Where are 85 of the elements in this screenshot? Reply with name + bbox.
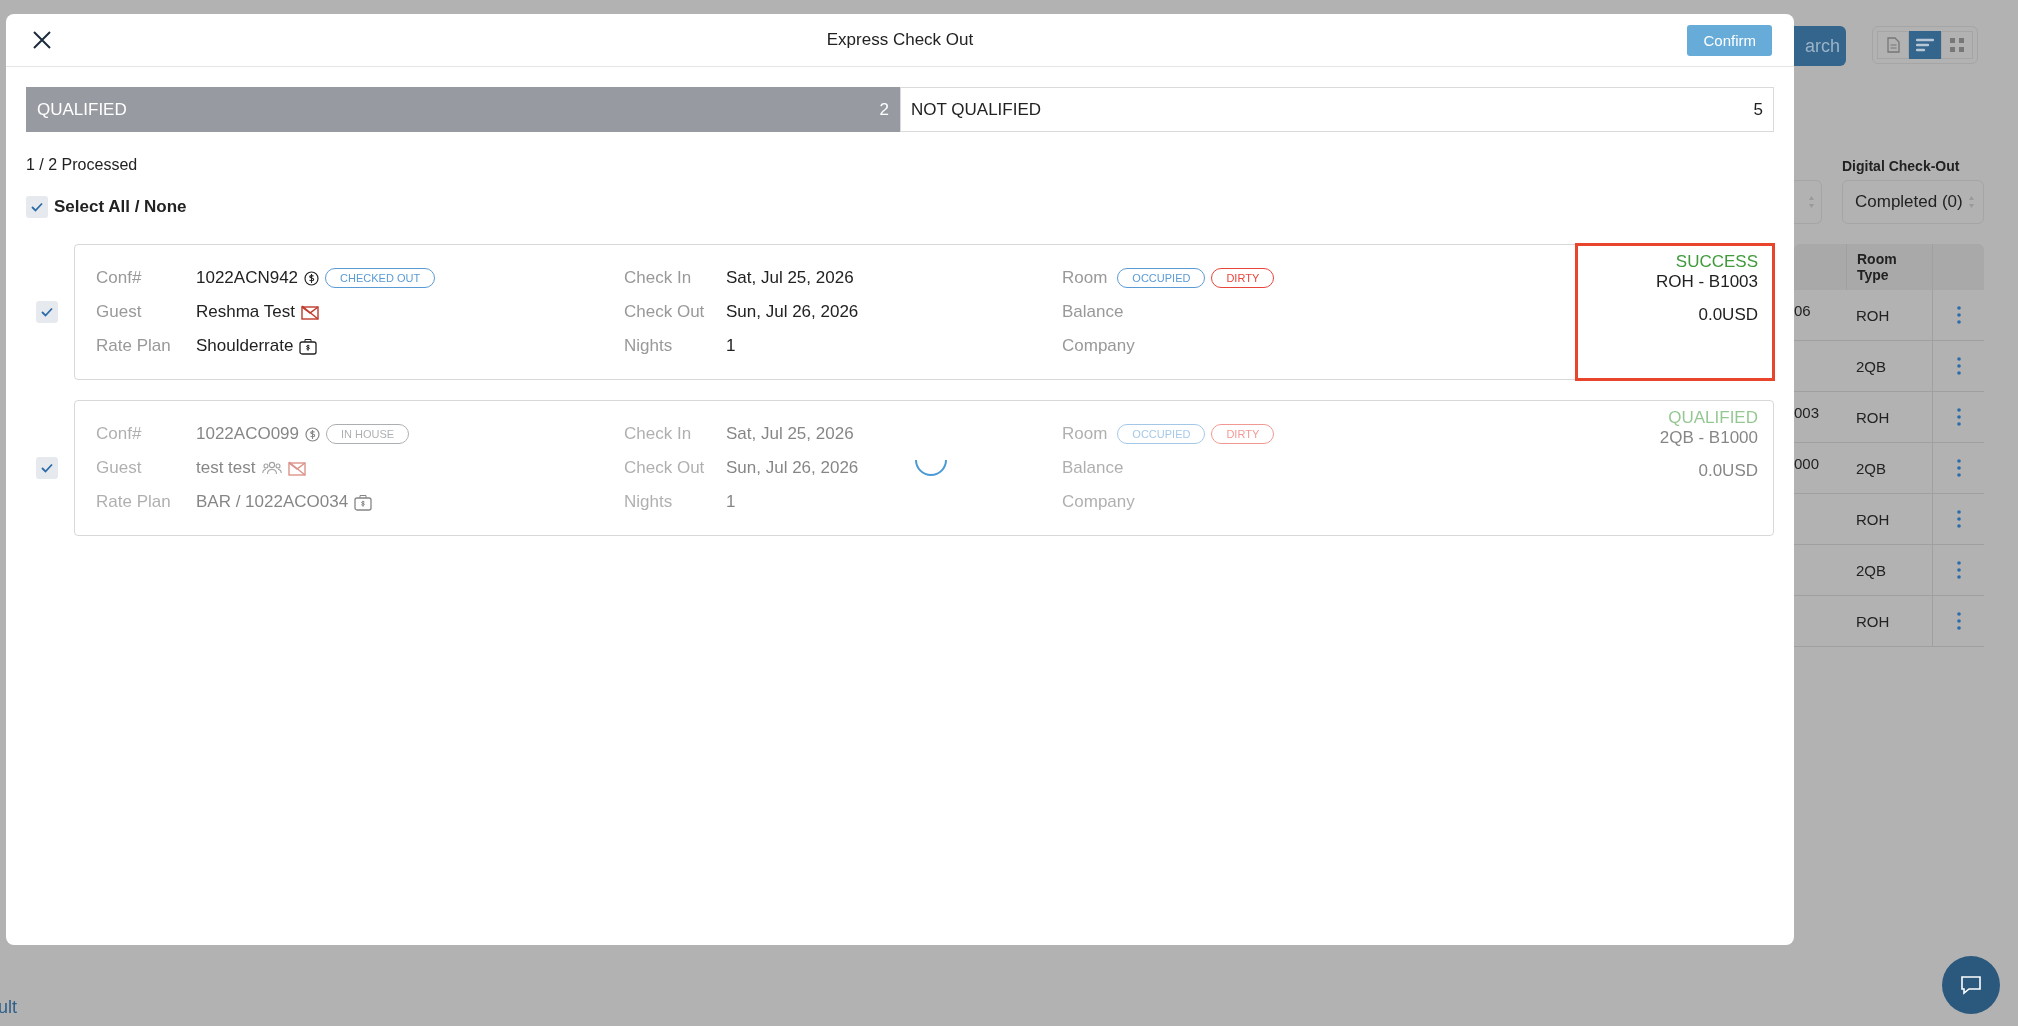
check-in-date: Sat, Jul 25, 2026 <box>726 268 855 288</box>
field-label: Check In <box>624 424 693 444</box>
table-cell-text: ROH <box>1855 612 1891 630</box>
view-toggle-option[interactable] <box>1877 31 1909 59</box>
table-cell-text: 003 <box>1794 403 1821 421</box>
table-cell-text: ROH <box>1855 306 1891 324</box>
filter-select[interactable]: Completed (0) <box>1842 180 1984 224</box>
room-number: 2QB - B1000 <box>1659 427 1758 449</box>
search-button[interactable]: arch <box>1794 26 1846 66</box>
check-out-date: Sun, Jul 26, 2026 <box>726 458 860 478</box>
rate-plan: Shoulderrate <box>196 336 294 356</box>
table-cell-text: ROH <box>1855 408 1891 426</box>
more-icon[interactable] <box>1956 459 1961 477</box>
checkbox[interactable] <box>36 301 58 323</box>
field-label: Balance <box>1062 302 1125 322</box>
table-cell-text: 000 <box>1794 454 1821 472</box>
more-icon[interactable] <box>1956 612 1961 630</box>
field-label: Nights <box>624 336 674 356</box>
more-icon[interactable] <box>1956 561 1961 579</box>
field-label: Rate Plan <box>96 492 172 512</box>
guest-name: test test <box>196 458 256 478</box>
confirmation-number: 1022ACN942 <box>196 268 299 288</box>
check-in-date: Sat, Jul 25, 2026 <box>726 424 855 444</box>
dollar-circle-icon <box>304 270 320 286</box>
more-icon[interactable] <box>1956 408 1961 426</box>
tab[interactable]: NOT QUALIFIED 5 <box>900 87 1774 132</box>
field-label: Room <box>1062 424 1108 444</box>
confirm-button[interactable]: Confirm <box>1687 24 1772 56</box>
view-toggle-option[interactable] <box>1909 31 1941 59</box>
filter-label: Digital Check-Out <box>1842 158 1961 174</box>
footer-link[interactable]: ult <box>0 997 60 1018</box>
lines-icon <box>1916 38 1934 52</box>
guest-name: Reshma Test <box>196 302 295 322</box>
tab[interactable]: QUALIFIED 2 <box>26 87 900 132</box>
column-header: Room Type <box>1846 244 1932 290</box>
field-label: Company <box>1062 336 1136 356</box>
field-label: Rate Plan <box>96 336 172 356</box>
more-icon[interactable] <box>1956 306 1961 324</box>
rate-plan: BAR / 1022ACO034 <box>196 492 349 512</box>
field-label: Balance <box>1062 458 1125 478</box>
table-cell-text: 06 <box>1794 301 1812 319</box>
balance-amount: 0.0USD <box>1698 461 1758 481</box>
table-cell-text: 2QB <box>1855 357 1887 375</box>
checkbox[interactable] <box>36 457 58 479</box>
checkmark-icon <box>41 463 53 473</box>
field-label: Guest <box>96 302 143 322</box>
field-label: Check Out <box>624 302 706 322</box>
more-icon[interactable] <box>1956 357 1961 375</box>
balance-amount: 0.0USD <box>1698 305 1758 325</box>
field-label: Conf# <box>96 268 143 288</box>
field-label: Conf# <box>96 424 143 444</box>
sort-arrows-icon <box>1808 195 1815 209</box>
select-all-label: Select All / None <box>54 197 187 217</box>
table-cell-text: ROH <box>1855 510 1891 528</box>
chat-button[interactable] <box>1942 956 2000 1014</box>
checkbox[interactable] <box>26 196 48 218</box>
nights-count: 1 <box>726 492 737 512</box>
field-label: Company <box>1062 492 1136 512</box>
check-out-date: Sun, Jul 26, 2026 <box>726 302 860 322</box>
checkmark-icon <box>31 202 43 212</box>
progress-text: 1 / 2 Processed <box>26 156 139 174</box>
result-status: QUALIFIED <box>1668 408 1758 427</box>
briefcase-icon <box>354 493 373 511</box>
checkmark-icon <box>41 307 53 317</box>
field-label: Room <box>1062 268 1108 288</box>
dollar-circle-icon <box>305 426 321 442</box>
window-title: Express Check Out <box>826 30 974 50</box>
room-number: ROH - B1003 <box>1655 271 1758 293</box>
more-icon[interactable] <box>1956 510 1961 528</box>
chat-bubble-icon <box>1960 975 1982 995</box>
view-toggle-option[interactable] <box>1941 31 1973 59</box>
table-cell-text: 2QB <box>1855 459 1887 477</box>
grid-icon <box>1950 38 1964 52</box>
sort-arrows-icon <box>1968 195 1975 209</box>
field-label: Check In <box>624 268 693 288</box>
close-icon <box>33 31 51 49</box>
result-status: SUCCESS <box>1675 252 1758 271</box>
nights-count: 1 <box>726 336 737 356</box>
field-label: Nights <box>624 492 674 512</box>
field-label: Check Out <box>624 458 706 478</box>
briefcase-icon <box>299 337 318 355</box>
confirmation-number: 1022ACO099 <box>196 424 300 444</box>
document-icon <box>1886 37 1900 53</box>
table-cell-text: 2QB <box>1855 561 1887 579</box>
field-label: Guest <box>96 458 143 478</box>
